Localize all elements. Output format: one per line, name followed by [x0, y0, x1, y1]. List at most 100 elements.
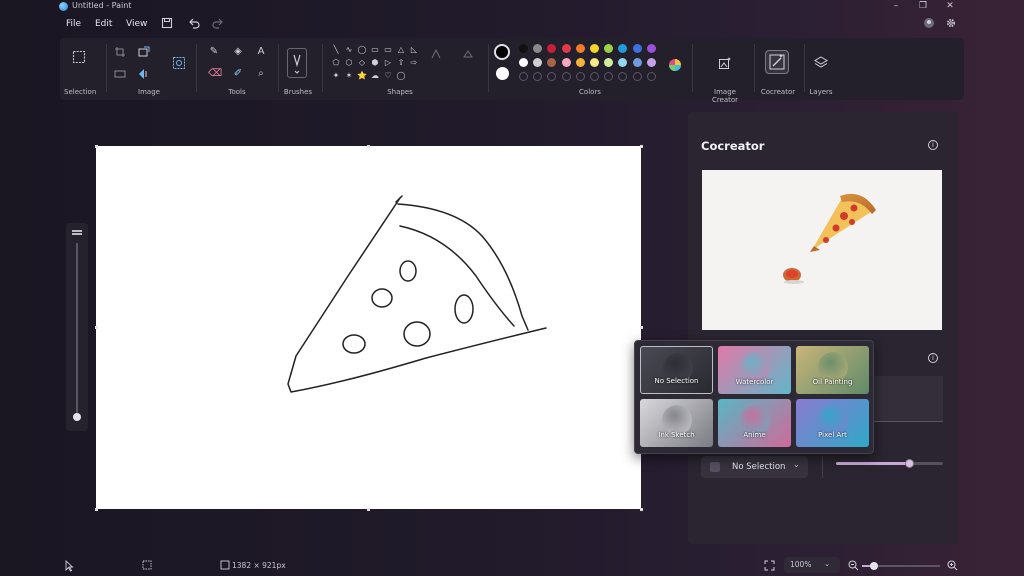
shape-option[interactable]: ⬡: [343, 57, 355, 69]
canvas-resize-handle[interactable]: [367, 508, 370, 511]
redo-icon[interactable]: [211, 17, 225, 31]
shape-option[interactable]: ♡: [382, 70, 394, 82]
color-swatch[interactable]: [575, 44, 585, 53]
zoom-level-dropdown[interactable]: 100% ⌄: [784, 557, 840, 573]
shape-option[interactable]: ⬠: [330, 57, 342, 69]
style-option-tile[interactable]: No Selection: [640, 346, 713, 394]
custom-color-slot[interactable]: [604, 72, 614, 81]
shape-option[interactable]: ✶: [343, 70, 355, 82]
color-swatch[interactable]: [632, 44, 642, 53]
generated-image-preview[interactable]: [702, 170, 942, 330]
shape-option[interactable]: ⭐: [356, 70, 368, 82]
shape-option[interactable]: ∿: [343, 44, 355, 56]
canvas-resize-handle[interactable]: [640, 326, 643, 329]
crop-icon[interactable]: [114, 46, 126, 58]
shape-option[interactable]: ⇧: [395, 57, 407, 69]
shape-option[interactable]: ▭: [382, 44, 394, 56]
color-swatch[interactable]: [533, 44, 543, 53]
shape-option[interactable]: ⬢: [369, 57, 381, 69]
color-swatch[interactable]: [632, 58, 642, 67]
prompt-input-box[interactable]: [868, 376, 943, 422]
selection-icon[interactable]: [72, 50, 86, 64]
color-picker-icon[interactable]: ✐: [232, 68, 244, 80]
canvas-resize-handle[interactable]: [640, 145, 643, 148]
menu-edit[interactable]: Edit: [95, 19, 112, 29]
shape-outline-icon[interactable]: [430, 48, 442, 60]
style-option-tile[interactable]: Anime: [718, 399, 791, 447]
primary-color-swatch[interactable]: [494, 44, 510, 60]
custom-color-slot[interactable]: [590, 72, 599, 81]
text-tool-icon[interactable]: A: [255, 46, 267, 58]
style-option-tile[interactable]: Oil Painting: [796, 346, 869, 394]
style-option-tile[interactable]: Pixel Art: [796, 399, 869, 447]
maximize-button[interactable]: ❐: [909, 0, 937, 14]
canvas-resize-handle[interactable]: [95, 145, 98, 148]
custom-color-slot[interactable]: [646, 72, 656, 81]
resize-icon[interactable]: [138, 46, 150, 58]
zoom-in-icon[interactable]: [946, 560, 958, 572]
style-dropdown[interactable]: No Selection ⌄: [701, 456, 808, 478]
color-swatch[interactable]: [561, 44, 571, 53]
menu-view[interactable]: View: [126, 19, 147, 29]
shape-option[interactable]: ◯: [395, 70, 407, 82]
fill-bucket-icon[interactable]: ◈: [232, 46, 244, 58]
minimize-button[interactable]: –: [882, 0, 910, 14]
edit-colors-icon[interactable]: [668, 58, 682, 72]
shape-option[interactable]: ☁: [369, 70, 381, 82]
color-swatch[interactable]: [646, 58, 656, 67]
shape-option[interactable]: △: [395, 44, 407, 56]
zoom-slider[interactable]: [862, 562, 940, 570]
fit-to-window-icon[interactable]: [763, 560, 775, 572]
shape-option[interactable]: ✦: [330, 70, 342, 82]
undo-icon[interactable]: [187, 17, 201, 31]
info-icon[interactable]: i: [928, 140, 938, 150]
custom-color-slot[interactable]: [618, 72, 628, 81]
drawing-canvas[interactable]: [96, 146, 641, 509]
flip-icon[interactable]: [138, 68, 150, 80]
pencil-icon[interactable]: ✎: [208, 46, 220, 58]
image-background-icon[interactable]: [172, 56, 186, 70]
shape-option[interactable]: ╲: [330, 44, 342, 56]
style-option-tile[interactable]: Watercolor: [718, 346, 791, 394]
shape-option[interactable]: ▭: [369, 44, 381, 56]
menu-file[interactable]: File: [66, 19, 81, 29]
color-swatch[interactable]: [519, 44, 528, 53]
color-swatch[interactable]: [575, 58, 585, 67]
zoom-out-icon[interactable]: [847, 560, 859, 572]
account-avatar-icon[interactable]: [922, 17, 936, 31]
eraser-icon[interactable]: ⌫: [208, 68, 222, 80]
custom-color-slot[interactable]: [547, 72, 557, 81]
shape-option[interactable]: ◇: [356, 57, 368, 69]
layers-icon[interactable]: [814, 56, 828, 70]
color-swatch[interactable]: [519, 58, 528, 67]
cocreator-button[interactable]: [765, 50, 789, 74]
custom-color-slot[interactable]: [632, 72, 642, 81]
brushes-icon[interactable]: [287, 48, 307, 78]
color-swatch[interactable]: [618, 58, 628, 67]
info-icon[interactable]: i: [928, 353, 938, 363]
color-swatch[interactable]: [590, 44, 599, 53]
custom-color-slot[interactable]: [519, 72, 528, 81]
magnifier-icon[interactable]: ⌕: [255, 68, 267, 80]
settings-gear-icon[interactable]: [944, 17, 958, 31]
color-swatch[interactable]: [604, 44, 614, 53]
creativity-slider[interactable]: [836, 459, 943, 468]
color-swatch[interactable]: [604, 58, 614, 67]
slider-thumb[interactable]: [73, 413, 81, 421]
custom-color-slot[interactable]: [561, 72, 571, 81]
custom-color-slot[interactable]: [575, 72, 585, 81]
color-swatch[interactable]: [547, 44, 557, 53]
color-swatch[interactable]: [533, 58, 543, 67]
shape-fill-icon[interactable]: [462, 48, 474, 60]
image-creator-icon[interactable]: [718, 56, 732, 70]
canvas-zoom-slider[interactable]: [66, 223, 88, 431]
custom-color-slot[interactable]: [533, 72, 543, 81]
canvas-resize-handle[interactable]: [95, 508, 98, 511]
canvas-resize-handle[interactable]: [640, 508, 643, 511]
shape-option[interactable]: ⇨: [408, 57, 420, 69]
creativity-slider-thumb[interactable]: [904, 459, 914, 468]
color-swatch[interactable]: [561, 58, 571, 67]
color-swatch[interactable]: [646, 44, 656, 53]
save-icon[interactable]: [160, 17, 174, 31]
canvas-resize-handle[interactable]: [95, 326, 98, 329]
